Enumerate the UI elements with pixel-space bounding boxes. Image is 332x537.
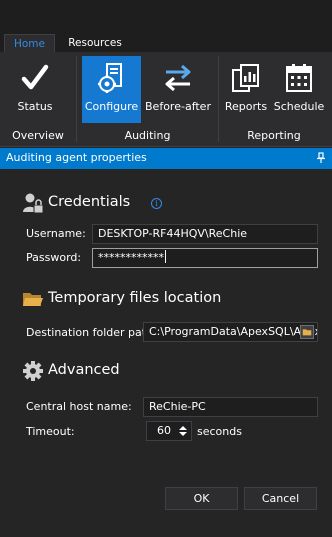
- temp-files-title: Temporary files location: [48, 290, 222, 306]
- timeout-spinner[interactable]: 60: [146, 421, 192, 441]
- gear-icon: [23, 361, 43, 381]
- timeout-value: 60: [157, 424, 171, 437]
- group-label-auditing: Auditing: [124, 129, 171, 142]
- destination-value: C:\ProgramData\ApexSQL\Apex: [149, 325, 318, 338]
- pin-icon[interactable]: [316, 152, 326, 164]
- password-label: Password:: [26, 251, 82, 264]
- group-label-reporting: Reporting: [247, 129, 301, 142]
- schedule-label: Schedule: [273, 100, 325, 113]
- spinner-arrows-icon[interactable]: [177, 424, 189, 438]
- configure-button[interactable]: Configure: [82, 56, 141, 123]
- destination-label: Destination folder path:: [26, 326, 157, 339]
- checkmark-icon: [21, 64, 49, 90]
- password-field[interactable]: ************: [92, 248, 318, 268]
- report-documents-icon: [232, 64, 259, 92]
- credentials-title: Credentials: [48, 194, 131, 210]
- info-icon[interactable]: i: [151, 198, 162, 209]
- ok-button[interactable]: OK: [165, 487, 238, 510]
- browse-folder-icon[interactable]: [300, 325, 314, 339]
- text-caret: [165, 250, 166, 263]
- server-gear-icon: [97, 63, 122, 93]
- status-button[interactable]: Status: [4, 56, 66, 123]
- destination-field[interactable]: C:\ProgramData\ApexSQL\Apex: [143, 322, 318, 342]
- central-host-field[interactable]: ReChie-PC: [143, 397, 318, 417]
- group-label-overview: Overview: [12, 129, 64, 142]
- username-field[interactable]: DESKTOP-RF44HQV\ReChie: [92, 224, 318, 244]
- advanced-header: Advanced: [22, 360, 162, 384]
- tab-resources[interactable]: Resources: [66, 34, 124, 53]
- credentials-header: Credentials i: [22, 192, 182, 216]
- ribbon: Status Configure Before-after Reports Sc…: [0, 52, 332, 147]
- before-after-label: Before-after: [145, 100, 211, 113]
- password-value: ************: [98, 251, 164, 264]
- reports-label: Reports: [224, 100, 268, 113]
- tab-strip: Home Resources: [0, 0, 332, 53]
- swap-arrows-icon: [165, 64, 191, 92]
- timeout-unit: seconds: [197, 425, 242, 438]
- calendar-icon: [286, 64, 312, 92]
- before-after-button[interactable]: Before-after: [143, 56, 213, 123]
- central-host-label: Central host name:: [26, 400, 132, 413]
- tab-home[interactable]: Home: [4, 34, 55, 53]
- folder-icon: [23, 293, 43, 306]
- panel-title: Auditing agent properties: [6, 151, 147, 164]
- status-label: Status: [17, 100, 53, 113]
- username-label: Username:: [26, 227, 86, 240]
- schedule-button[interactable]: Schedule: [272, 56, 326, 123]
- temp-files-header: Temporary files location: [22, 288, 222, 312]
- configure-label: Configure: [84, 100, 139, 113]
- user-lock-icon: [23, 193, 44, 214]
- reports-button[interactable]: Reports: [222, 56, 270, 123]
- timeout-label: Timeout:: [26, 425, 75, 438]
- advanced-title: Advanced: [48, 362, 120, 378]
- panel-title-bar: Auditing agent properties: [0, 148, 332, 169]
- agent-properties-panel: Credentials i Username: DESKTOP-RF44HQV\…: [0, 169, 332, 537]
- cancel-button[interactable]: Cancel: [244, 487, 317, 510]
